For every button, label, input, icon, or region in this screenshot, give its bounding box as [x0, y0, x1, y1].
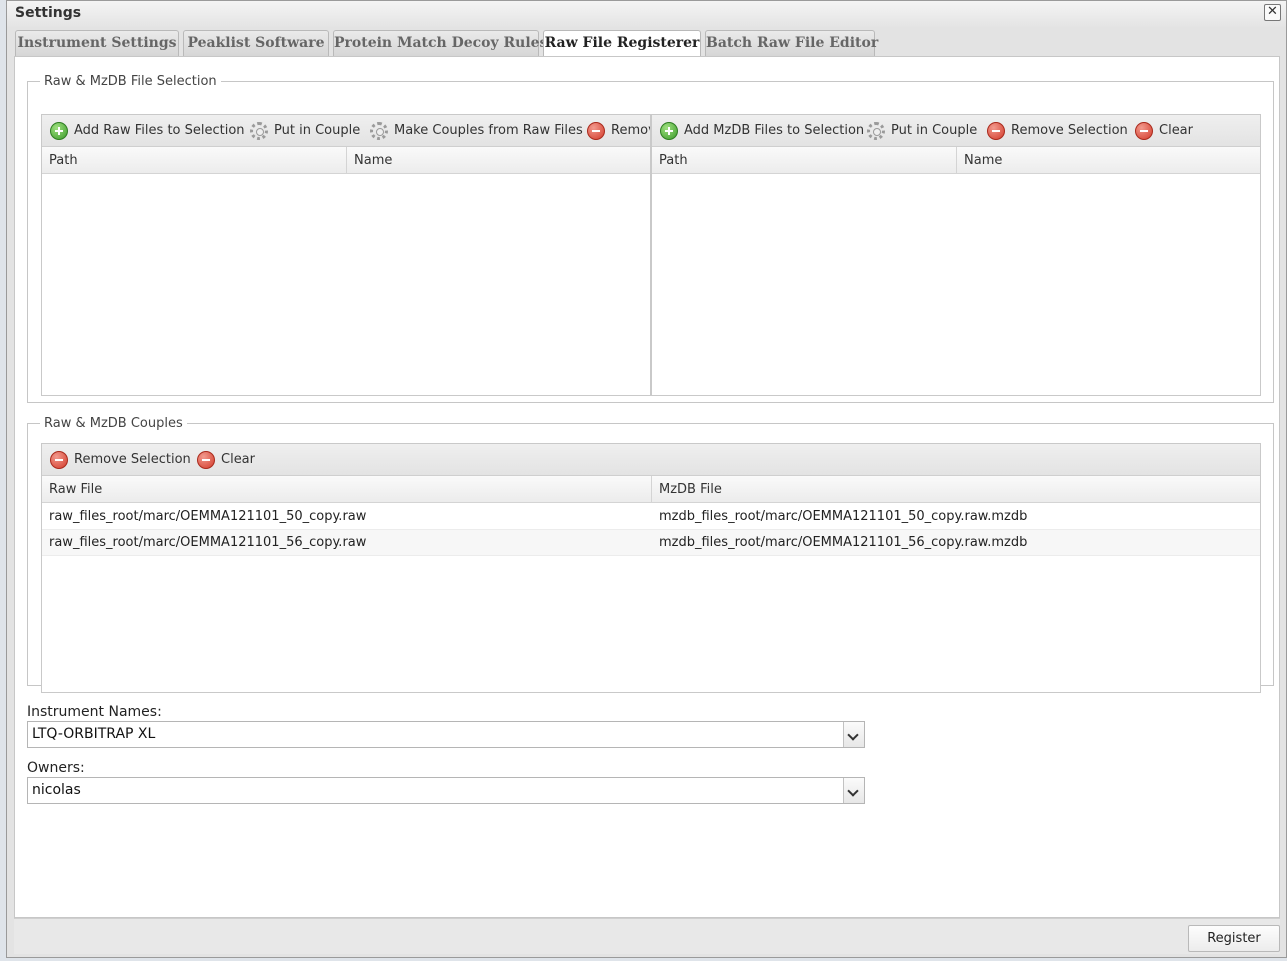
clear-couples-button[interactable]: Clear [197, 451, 255, 469]
mzdb-file-cell: mzdb_files_root/marc/OEMMA121101_56_copy… [659, 535, 1028, 550]
tab-raw-file-registerer[interactable]: Raw File Registerer [543, 30, 701, 57]
remove-circle-icon [1135, 122, 1153, 140]
register-button[interactable]: Register [1188, 925, 1280, 952]
remove-raw-selection-button[interactable]: Remove Selection [587, 122, 650, 140]
add-raw-files-label: Add Raw Files to Selection [74, 123, 245, 138]
gear-icon [370, 122, 388, 140]
gear-icon [250, 122, 268, 140]
owners-combo[interactable]: nicolas [27, 777, 865, 804]
raw-files-toolbar: Add Raw Files to Selection Put in Couple… [42, 115, 650, 147]
owners-label: Owners: [27, 760, 85, 776]
put-in-couple-raw-button[interactable]: Put in Couple [250, 122, 360, 140]
chevron-down-icon[interactable] [843, 778, 864, 803]
make-couples-button[interactable]: Make Couples from Raw Files [370, 122, 583, 140]
file-selection-group: Raw & MzDB File Selection Add Raw Files … [27, 74, 1274, 403]
mzdb-files-header: Path Name [652, 147, 1260, 174]
add-circle-icon [660, 122, 678, 140]
remove-circle-icon [197, 451, 215, 469]
remove-couple-selection-label: Remove Selection [74, 452, 191, 467]
file-selection-legend: Raw & MzDB File Selection [44, 74, 217, 89]
add-raw-files-button[interactable]: Add Raw Files to Selection [50, 122, 245, 140]
clear-couples-label: Clear [221, 452, 255, 467]
remove-mzdb-selection-button[interactable]: Remove Selection [987, 122, 1128, 140]
mzdb-files-toolbar: Add MzDB Files to Selection Put in Coupl… [652, 115, 1260, 147]
couples-grid: Remove Selection Clear Raw File MzDB Fil… [41, 443, 1261, 693]
window-title: Settings [15, 5, 82, 21]
remove-circle-icon [587, 122, 605, 140]
remove-circle-icon [987, 122, 1005, 140]
title-bar: Settings ✕ [7, 1, 1286, 27]
instrument-names-label: Instrument Names: [27, 704, 162, 720]
column-header-name[interactable]: Name [347, 147, 650, 174]
column-header-path[interactable]: Path [42, 147, 347, 174]
column-header-mzdb-file[interactable]: MzDB File [652, 476, 1260, 503]
raw-file-registerer-panel: Raw & MzDB File Selection Add Raw Files … [14, 56, 1280, 918]
clear-mzdb-label: Clear [1159, 123, 1193, 138]
tab-protein-match-decoy-rules[interactable]: Protein Match Decoy Rules [333, 30, 547, 56]
put-in-couple-mzdb-label: Put in Couple [891, 123, 978, 138]
settings-window: Settings ✕ Instrument Settings Peaklist … [6, 0, 1287, 958]
put-in-couple-raw-label: Put in Couple [274, 123, 361, 138]
remove-circle-icon [50, 451, 68, 469]
clear-mzdb-button[interactable]: Clear [1135, 122, 1193, 140]
close-button[interactable]: ✕ [1264, 4, 1281, 21]
add-mzdb-files-button[interactable]: Add MzDB Files to Selection [660, 122, 864, 140]
instrument-names-value: LTQ-ORBITRAP XL [32, 726, 156, 742]
put-in-couple-mzdb-button[interactable]: Put in Couple [867, 122, 977, 140]
couples-toolbar: Remove Selection Clear [42, 444, 1260, 476]
column-header-path[interactable]: Path [652, 147, 957, 174]
raw-file-cell: raw_files_root/marc/OEMMA121101_56_copy.… [49, 535, 367, 550]
make-couples-label: Make Couples from Raw Files [394, 123, 583, 138]
mzdb-files-grid: Add MzDB Files to Selection Put in Coupl… [651, 114, 1261, 396]
tab-peaklist-software[interactable]: Peaklist Software [183, 30, 329, 56]
close-icon: ✕ [1267, 4, 1278, 19]
remove-couple-selection-button[interactable]: Remove Selection [50, 451, 191, 469]
gear-icon [867, 122, 885, 140]
tab-batch-raw-file-editor[interactable]: Batch Raw File Editor [705, 30, 878, 56]
raw-file-cell: raw_files_root/marc/OEMMA121101_50_copy.… [49, 509, 367, 524]
tab-instrument-settings[interactable]: Instrument Settings [15, 30, 179, 56]
mzdb-file-cell: mzdb_files_root/marc/OEMMA121101_50_copy… [659, 509, 1028, 524]
tab-bar: Instrument Settings Peaklist Software Pr… [15, 30, 1278, 57]
column-header-raw-file[interactable]: Raw File [42, 476, 652, 503]
table-row[interactable]: raw_files_root/marc/OEMMA121101_50_copy.… [42, 504, 1260, 530]
remove-raw-selection-label: Remove Selection [611, 123, 650, 138]
add-mzdb-files-label: Add MzDB Files to Selection [684, 123, 865, 138]
chevron-down-icon[interactable] [843, 722, 864, 747]
footer-bar: Register [14, 918, 1280, 954]
raw-files-header: Path Name [42, 147, 650, 174]
add-circle-icon [50, 122, 68, 140]
couples-group: Raw & MzDB Couples Remove Selection Clea… [27, 416, 1274, 693]
column-header-name[interactable]: Name [957, 147, 1260, 174]
remove-mzdb-selection-label: Remove Selection [1011, 123, 1128, 138]
table-row[interactable]: raw_files_root/marc/OEMMA121101_56_copy.… [42, 530, 1260, 556]
couples-legend: Raw & MzDB Couples [44, 416, 183, 431]
raw-files-grid: Add Raw Files to Selection Put in Couple… [41, 114, 651, 396]
couples-header: Raw File MzDB File [42, 476, 1260, 503]
instrument-names-combo[interactable]: LTQ-ORBITRAP XL [27, 721, 865, 748]
owners-value: nicolas [32, 782, 81, 798]
